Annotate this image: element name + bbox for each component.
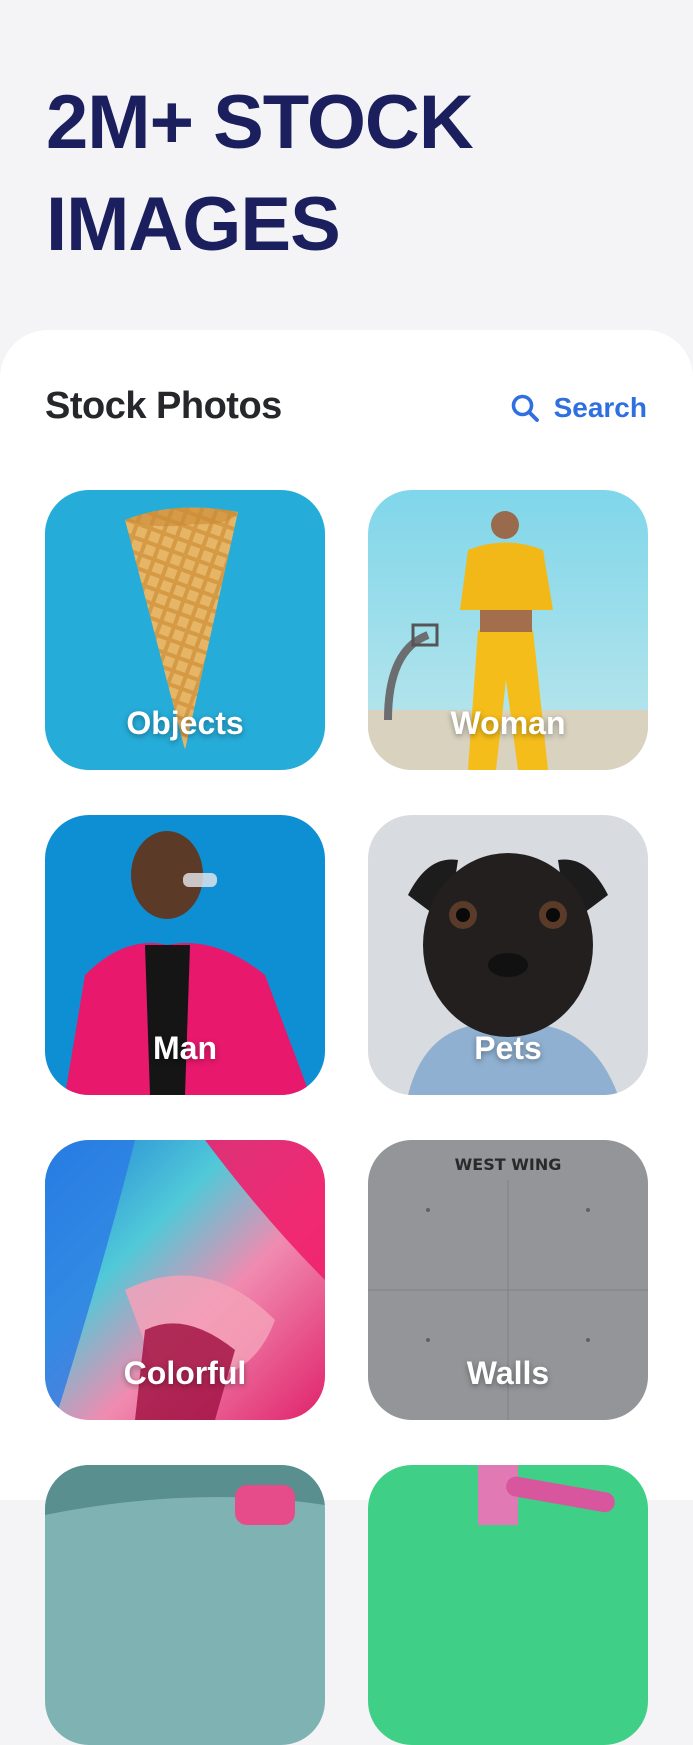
category-label: Man: [153, 1030, 217, 1066]
category-label: Walls: [466, 1355, 550, 1391]
page-hero-title: 2M+ STOCK IMAGES: [46, 72, 646, 276]
category-tile-woman[interactable]: Woman: [368, 490, 648, 770]
category-label: Woman: [450, 705, 566, 741]
search-icon: [511, 394, 539, 422]
category-tile-partial-1[interactable]: [45, 1465, 325, 1745]
category-label: Objects: [126, 705, 244, 741]
partial-image-2: [368, 1465, 648, 1745]
wall-sign-text: WEST WING: [455, 1155, 562, 1174]
search-label: Search: [553, 392, 647, 423]
category-label: Pets: [474, 1030, 542, 1066]
category-tile-partial-2[interactable]: [368, 1465, 648, 1745]
category-label: Colorful: [123, 1355, 247, 1391]
category-tile-pets[interactable]: Pets: [368, 815, 648, 1095]
category-tile-walls[interactable]: WEST WING Walls: [368, 1140, 648, 1420]
content-sheet: Stock Photos Search Objects Woman Man Pe…: [0, 330, 693, 1745]
partial-image-1: [45, 1465, 325, 1745]
section-title: Stock Photos: [45, 385, 282, 427]
category-tile-colorful[interactable]: Colorful: [45, 1140, 325, 1420]
category-tile-man[interactable]: Man: [45, 815, 325, 1095]
hero-line-2: IMAGES: [46, 182, 341, 267]
category-tile-objects[interactable]: Objects: [45, 490, 325, 770]
hero-line-1: 2M+ STOCK: [46, 80, 474, 165]
search-button[interactable]: Search: [510, 392, 647, 424]
